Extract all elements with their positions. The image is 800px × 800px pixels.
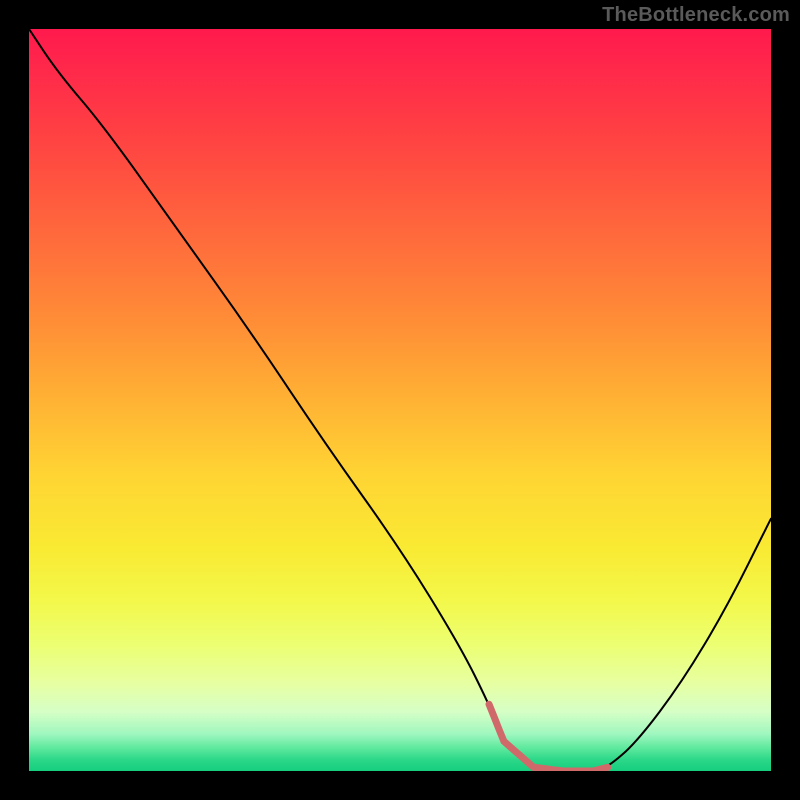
- chart-frame: TheBottleneck.com: [0, 0, 800, 800]
- attribution-text: TheBottleneck.com: [602, 4, 790, 27]
- chart-plot-area: [29, 29, 771, 771]
- chart-overlay: [29, 29, 771, 771]
- optimal-range-highlight: [489, 704, 608, 771]
- bottleneck-curve: [29, 29, 771, 771]
